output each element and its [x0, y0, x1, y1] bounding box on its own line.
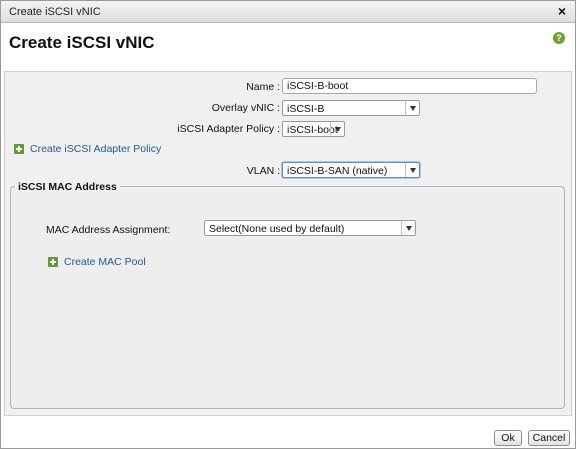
adapter-policy-label: iSCSI Adapter Policy :	[177, 123, 280, 135]
vlan-label: VLAN :	[246, 165, 280, 177]
name-input[interactable]	[282, 78, 537, 94]
overlay-vnic-label: Overlay vNIC :	[211, 102, 280, 114]
chevron-down-icon[interactable]	[401, 221, 415, 235]
ok-button[interactable]: Ok	[494, 430, 522, 446]
name-label: Name :	[246, 81, 280, 93]
plus-icon[interactable]	[48, 257, 58, 267]
mac-address-assignment-select[interactable]: Select(None used by default)	[204, 220, 416, 236]
overlay-vnic-value: iSCSI-B	[287, 103, 325, 115]
window-title: Create iSCSI vNIC	[9, 6, 101, 18]
vlan-select[interactable]: iSCSI-B-SAN (native)	[282, 162, 420, 178]
window-titlebar: Create iSCSI vNIC ×	[1, 1, 575, 23]
vlan-value: iSCSI-B-SAN (native)	[287, 165, 388, 177]
form-panel: Name : Overlay vNIC : iSCSI-B iSCSI Adap…	[4, 71, 572, 416]
iscsi-mac-address-legend: iSCSI MAC Address	[15, 181, 120, 193]
close-icon[interactable]: ×	[558, 4, 566, 18]
help-icon[interactable]: ?	[553, 32, 565, 44]
create-mac-pool-link[interactable]: Create MAC Pool	[64, 256, 146, 268]
iscsi-mac-address-group: iSCSI MAC Address MAC Address Assignment…	[10, 181, 565, 409]
dialog-header: Create iSCSI vNIC ?	[1, 23, 575, 63]
mac-address-assignment-label: MAC Address Assignment:	[46, 224, 171, 236]
chevron-down-icon[interactable]	[330, 122, 344, 136]
dialog-footer: Ok Cancel	[1, 419, 575, 448]
plus-icon[interactable]	[14, 144, 24, 154]
create-iscsi-vnic-dialog: Create iSCSI vNIC × Create iSCSI vNIC ? …	[0, 0, 576, 449]
create-adapter-policy-link[interactable]: Create iSCSI Adapter Policy	[30, 143, 161, 155]
mac-address-assignment-value: Select(None used by default)	[209, 223, 345, 235]
chevron-down-icon[interactable]	[405, 101, 419, 115]
overlay-vnic-select[interactable]: iSCSI-B	[282, 100, 420, 116]
chevron-down-icon[interactable]	[405, 163, 419, 177]
page-title: Create iSCSI vNIC	[9, 33, 155, 52]
cancel-button[interactable]: Cancel	[528, 430, 570, 446]
adapter-policy-select[interactable]: iSCSI-boot	[282, 121, 345, 137]
